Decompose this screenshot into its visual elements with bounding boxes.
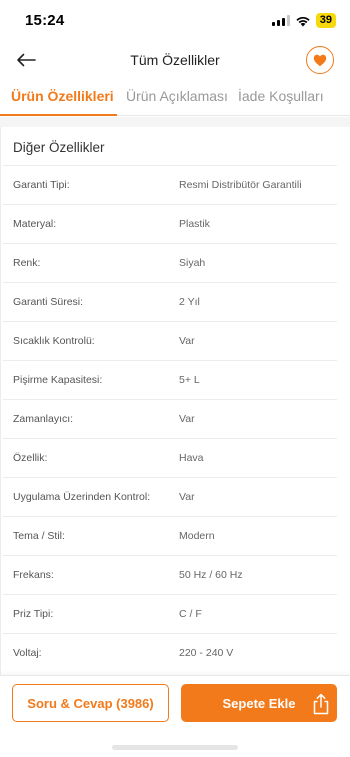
feature-value: Var xyxy=(179,413,195,425)
feature-row: Tema / Stil: Modern xyxy=(3,516,337,555)
page-title: Tüm Özellikler xyxy=(130,52,220,68)
feature-label: Voltaj: xyxy=(13,647,42,659)
heart-icon xyxy=(313,54,327,66)
feature-row: Renk: Siyah xyxy=(3,243,337,282)
section-title: Diğer Özellikler xyxy=(13,140,105,155)
feature-rows: Garanti Tipi: Resmi Distribütör Garantili… xyxy=(1,165,337,672)
add-to-cart-label: Sepete Ekle xyxy=(222,695,296,711)
feature-value: 220 - 240 V xyxy=(179,647,234,659)
feature-label: Materyal: xyxy=(13,218,57,230)
feature-row: Priz Tipi: C / F xyxy=(3,594,337,633)
feature-label: Frekans: xyxy=(13,569,54,581)
feature-label: Priz Tipi: xyxy=(13,608,54,620)
wifi-icon xyxy=(296,16,310,26)
feature-label: Garanti Tipi: xyxy=(13,179,70,191)
feature-row: Zamanlayıcı: Var xyxy=(3,399,337,438)
feature-value: C / F xyxy=(179,608,202,620)
feature-row: Garanti Tipi: Resmi Distribütör Garantili xyxy=(3,165,337,204)
feature-value: Var xyxy=(179,335,195,347)
action-footer: Soru & Cevap (3986) Sepete Ekle xyxy=(0,675,350,757)
home-indicator xyxy=(112,745,238,750)
feature-row: Pişirme Kapasitesi: 5+ L xyxy=(3,360,337,399)
share-icon[interactable] xyxy=(311,693,331,715)
feature-row: Uygulama Üzerinden Kontrol: Var xyxy=(3,477,337,516)
feature-label: Tema / Stil: xyxy=(13,530,65,542)
feature-value: Siyah xyxy=(179,257,206,269)
feature-row: Sıcaklık Kontrolü: Var xyxy=(3,321,337,360)
section-separator xyxy=(0,117,350,127)
battery-indicator: 39 xyxy=(315,13,336,28)
tab-bar: Ürün Özellikleri Ürün Açıklaması İade Ko… xyxy=(0,80,350,116)
feature-row: Voltaj: 220 - 240 V xyxy=(3,633,337,672)
feature-label: Pişirme Kapasitesi: xyxy=(13,374,103,386)
feature-label: Sıcaklık Kontrolü: xyxy=(13,335,95,347)
feature-value: Var xyxy=(179,491,195,503)
signal-icon xyxy=(271,15,290,26)
header: Tüm Özellikler xyxy=(0,40,350,80)
feature-label: Uygulama Üzerinden Kontrol: xyxy=(13,491,151,503)
feature-value: Modern xyxy=(179,530,215,542)
tab-urun-ozellikleri[interactable]: Ürün Özellikleri xyxy=(11,88,114,104)
status-time: 15:24 xyxy=(25,12,65,29)
feature-row: Materyal: Plastik xyxy=(3,204,337,243)
add-to-cart-button[interactable]: Sepete Ekle xyxy=(181,684,337,722)
feature-row: Özellik: Hava xyxy=(3,438,337,477)
feature-row: Garanti Süresi: 2 Yıl xyxy=(3,282,337,321)
feature-label: Renk: xyxy=(13,257,41,269)
feature-value: 2 Yıl xyxy=(179,296,200,308)
active-tab-indicator xyxy=(0,114,117,116)
favorite-button[interactable] xyxy=(306,46,334,74)
feature-value: Hava xyxy=(179,452,204,464)
qa-button[interactable]: Soru & Cevap (3986) xyxy=(12,684,169,722)
status-icons: 39 xyxy=(271,13,336,28)
feature-label: Garanti Süresi: xyxy=(13,296,84,308)
feature-row: Frekans: 50 Hz / 60 Hz xyxy=(3,555,337,594)
tab-urun-aciklamasi[interactable]: Ürün Açıklaması xyxy=(126,88,228,104)
features-list[interactable]: Diğer Özellikler Garanti Tipi: Resmi Dist… xyxy=(0,127,350,675)
status-bar: 15:24 39 xyxy=(0,0,350,40)
feature-value: Plastik xyxy=(179,218,210,230)
tab-iade-kosullari[interactable]: İade Koşulları xyxy=(238,88,324,104)
feature-value: 5+ L xyxy=(179,374,200,386)
feature-value: Resmi Distribütör Garantili xyxy=(179,179,302,191)
feature-value: 50 Hz / 60 Hz xyxy=(179,569,243,581)
feature-label: Zamanlayıcı: xyxy=(13,413,74,425)
feature-label: Özellik: xyxy=(13,452,48,464)
